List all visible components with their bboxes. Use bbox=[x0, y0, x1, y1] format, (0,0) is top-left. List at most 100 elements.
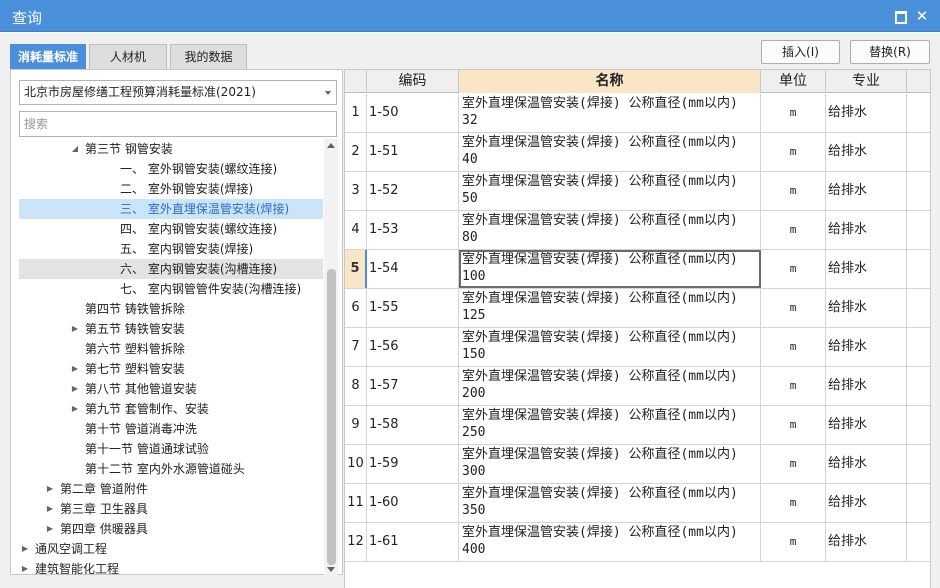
tree-item[interactable]: 三、 室外直埋保温管安装(焊接) bbox=[19, 199, 323, 219]
cell-major[interactable]: 给排水 bbox=[826, 211, 907, 249]
cell-major[interactable]: 给排水 bbox=[826, 250, 907, 288]
collapse-arrow-icon[interactable]: ▶ bbox=[45, 499, 55, 519]
table-row[interactable]: 12 1-61 室外直埋保温管安装(焊接) 公称直径(mm以内) 400 m 给排水 bbox=[345, 523, 930, 562]
library-select[interactable]: 北京市房屋修缮工程预算消耗量标准(2021) bbox=[19, 80, 337, 105]
cell-major[interactable]: 给排水 bbox=[826, 172, 907, 210]
cell-unit[interactable]: m bbox=[761, 133, 826, 171]
cell-name[interactable]: 室外直埋保温管安装(焊接) 公称直径(mm以内) 300 bbox=[459, 445, 761, 483]
collapse-arrow-icon[interactable]: ▶ bbox=[20, 559, 30, 575]
header-major[interactable]: 专业 bbox=[826, 70, 907, 93]
cell-name[interactable]: 室外直埋保温管安装(焊接) 公称直径(mm以内) 400 bbox=[459, 523, 761, 561]
tree-item[interactable]: ▶ 通风空调工程 bbox=[19, 539, 323, 559]
row-number[interactable]: 2 bbox=[345, 133, 367, 171]
cell-unit[interactable]: m bbox=[761, 211, 826, 249]
tree-item[interactable]: ▶ 第七节 塑料管安装 bbox=[19, 359, 323, 379]
tree-item[interactable]: ▶ 第二章 管道附件 bbox=[19, 479, 323, 499]
collapse-arrow-icon[interactable]: ▶ bbox=[20, 539, 30, 559]
cell-code[interactable]: 1-52 bbox=[367, 172, 459, 210]
tree-item[interactable]: ▶ 第九节 套管制作、安装 bbox=[19, 399, 323, 419]
cell-name[interactable]: 室外直埋保温管安装(焊接) 公称直径(mm以内) 350 bbox=[459, 484, 761, 522]
table-row[interactable]: 3 1-52 室外直埋保温管安装(焊接) 公称直径(mm以内) 50 m 给排水 bbox=[345, 172, 930, 211]
header-code[interactable]: 编码 bbox=[367, 70, 459, 93]
cell-major[interactable]: 给排水 bbox=[826, 367, 907, 405]
cell-unit[interactable]: m bbox=[761, 367, 826, 405]
row-number[interactable]: 5 bbox=[345, 250, 367, 288]
row-number[interactable]: 3 bbox=[345, 172, 367, 210]
scroll-thumb[interactable] bbox=[327, 269, 336, 565]
row-number[interactable]: 7 bbox=[345, 328, 367, 366]
row-number[interactable]: 1 bbox=[345, 94, 367, 132]
expand-arrow-icon[interactable]: ◢ bbox=[70, 139, 80, 159]
replace-button[interactable]: 替换(R) bbox=[850, 40, 930, 64]
cell-name[interactable]: 室外直埋保温管安装(焊接) 公称直径(mm以内) 50 bbox=[459, 172, 761, 210]
cell-unit[interactable]: m bbox=[761, 406, 826, 444]
cell-major[interactable]: 给排水 bbox=[826, 484, 907, 522]
row-number[interactable]: 9 bbox=[345, 406, 367, 444]
cell-code[interactable]: 1-56 bbox=[367, 328, 459, 366]
cell-major[interactable]: 给排水 bbox=[826, 445, 907, 483]
tree-item[interactable]: 一、 室外钢管安装(螺纹连接) bbox=[19, 159, 323, 179]
cell-unit[interactable]: m bbox=[761, 328, 826, 366]
cell-major[interactable]: 给排水 bbox=[826, 523, 907, 561]
tree-item[interactable]: 七、 室内钢管管件安装(沟槽连接) bbox=[19, 279, 323, 299]
cell-unit[interactable]: m bbox=[761, 94, 826, 132]
cell-code[interactable]: 1-55 bbox=[367, 289, 459, 327]
scroll-down-icon[interactable] bbox=[327, 567, 335, 572]
tree-item[interactable]: ▶ 第五节 铸铁管安装 bbox=[19, 319, 323, 339]
insert-button[interactable]: 插入(I) bbox=[761, 40, 840, 64]
table-row[interactable]: 4 1-53 室外直埋保温管安装(焊接) 公称直径(mm以内) 80 m 给排水 bbox=[345, 211, 930, 250]
cell-unit[interactable]: m bbox=[761, 445, 826, 483]
cell-code[interactable]: 1-61 bbox=[367, 523, 459, 561]
table-row[interactable]: 5 1-54 室外直埋保温管安装(焊接) 公称直径(mm以内) 100 m 给排水 bbox=[345, 250, 930, 289]
cell-code[interactable]: 1-54 bbox=[367, 250, 459, 288]
cell-code[interactable]: 1-60 bbox=[367, 484, 459, 522]
cell-major[interactable]: 给排水 bbox=[826, 94, 907, 132]
collapse-arrow-icon[interactable]: ▶ bbox=[45, 479, 55, 499]
row-number[interactable]: 10 bbox=[345, 445, 367, 483]
header-name[interactable]: 名称 bbox=[459, 70, 761, 93]
cell-name[interactable]: 室外直埋保温管安装(焊接) 公称直径(mm以内) 250 bbox=[459, 406, 761, 444]
cell-unit[interactable]: m bbox=[761, 484, 826, 522]
tab-my-data[interactable]: 我的数据 bbox=[170, 44, 247, 69]
cell-name[interactable]: 室外直埋保温管安装(焊接) 公称直径(mm以内) 32 bbox=[459, 94, 761, 132]
cell-major[interactable]: 给排水 bbox=[826, 289, 907, 327]
collapse-arrow-icon[interactable]: ▶ bbox=[70, 379, 80, 399]
cell-unit[interactable]: m bbox=[761, 523, 826, 561]
cell-code[interactable]: 1-57 bbox=[367, 367, 459, 405]
cell-name[interactable]: 室外直埋保温管安装(焊接) 公称直径(mm以内) 125 bbox=[459, 289, 761, 327]
collapse-arrow-icon[interactable]: ▶ bbox=[70, 399, 80, 419]
tree-item[interactable]: ▶ 第八节 其他管道安装 bbox=[19, 379, 323, 399]
cell-name[interactable]: 室外直埋保温管安装(焊接) 公称直径(mm以内) 100 bbox=[459, 250, 761, 288]
table-row[interactable]: 9 1-58 室外直埋保温管安装(焊接) 公称直径(mm以内) 250 m 给排水 bbox=[345, 406, 930, 445]
tab-labor-material-machine[interactable]: 人材机 bbox=[89, 44, 167, 69]
tree-item[interactable]: 二、 室外钢管安装(焊接) bbox=[19, 179, 323, 199]
close-icon[interactable]: ✕ bbox=[915, 9, 929, 24]
cell-name[interactable]: 室外直埋保温管安装(焊接) 公称直径(mm以内) 80 bbox=[459, 211, 761, 249]
row-number[interactable]: 6 bbox=[345, 289, 367, 327]
cell-code[interactable]: 1-53 bbox=[367, 211, 459, 249]
cell-major[interactable]: 给排水 bbox=[826, 406, 907, 444]
tab-consumption-standard[interactable]: 消耗量标准 bbox=[10, 44, 86, 69]
row-number[interactable]: 11 bbox=[345, 484, 367, 522]
cell-name[interactable]: 室外直埋保温管安装(焊接) 公称直径(mm以内) 40 bbox=[459, 133, 761, 171]
row-number[interactable]: 4 bbox=[345, 211, 367, 249]
scroll-up-icon[interactable] bbox=[327, 143, 335, 148]
cell-code[interactable]: 1-58 bbox=[367, 406, 459, 444]
tree-item[interactable]: 第十一节 管道通球试验 bbox=[19, 439, 323, 459]
table-row[interactable]: 2 1-51 室外直埋保温管安装(焊接) 公称直径(mm以内) 40 m 给排水 bbox=[345, 133, 930, 172]
tree-item[interactable]: 第十节 管道消毒冲洗 bbox=[19, 419, 323, 439]
table-row[interactable]: 8 1-57 室外直埋保温管安装(焊接) 公称直径(mm以内) 200 m 给排水 bbox=[345, 367, 930, 406]
collapse-arrow-icon[interactable]: ▶ bbox=[70, 319, 80, 339]
search-input[interactable]: 搜索 bbox=[19, 111, 337, 137]
header-unit[interactable]: 单位 bbox=[761, 70, 826, 93]
collapse-arrow-icon[interactable]: ▶ bbox=[45, 519, 55, 539]
tree-item[interactable]: ◢ 第三节 钢管安装 bbox=[19, 139, 323, 159]
tree-item[interactable]: 五、 室内钢管安装(焊接) bbox=[19, 239, 323, 259]
table-row[interactable]: 1 1-50 室外直埋保温管安装(焊接) 公称直径(mm以内) 32 m 给排水 bbox=[345, 94, 930, 133]
tree-item[interactable]: 第六节 塑料管拆除 bbox=[19, 339, 323, 359]
cell-major[interactable]: 给排水 bbox=[826, 328, 907, 366]
tree-item[interactable]: 六、 室内钢管安装(沟槽连接) bbox=[19, 259, 323, 279]
tree-item[interactable]: 第四节 铸铁管拆除 bbox=[19, 299, 323, 319]
cell-major[interactable]: 给排水 bbox=[826, 133, 907, 171]
tree-item[interactable]: ▶ 建筑智能化工程 bbox=[19, 559, 323, 575]
